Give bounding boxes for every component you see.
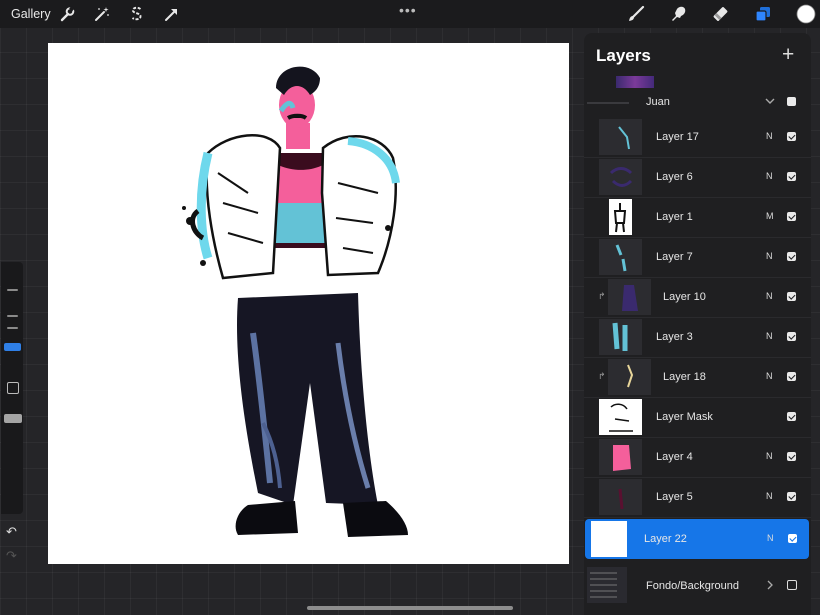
visibility-checkbox[interactable] xyxy=(788,534,797,543)
wrench-icon[interactable] xyxy=(58,5,76,23)
chevron-right-icon[interactable] xyxy=(765,580,775,590)
blend-mode[interactable]: N xyxy=(766,491,773,501)
visibility-checkbox[interactable] xyxy=(787,492,796,501)
blend-mode[interactable]: N xyxy=(766,451,773,461)
blend-mode[interactable]: N xyxy=(766,331,773,341)
magic-wand-icon[interactable] xyxy=(93,5,111,23)
layer-row[interactable]: ↱ Layer 10 N xyxy=(584,277,811,318)
color-swatch[interactable] xyxy=(796,4,816,24)
visibility-checkbox[interactable] xyxy=(787,172,796,181)
layer-thumbnail xyxy=(599,399,642,435)
layer-row[interactable]: Layer 7 N xyxy=(584,237,811,278)
smudge-icon[interactable] xyxy=(670,5,688,23)
layer-thumbnail xyxy=(608,359,651,395)
clipping-mask-icon: ↱ xyxy=(598,371,606,381)
selection-icon[interactable] xyxy=(128,5,146,23)
chevron-down-icon[interactable] xyxy=(764,95,776,107)
layer-thumbnail xyxy=(599,319,642,355)
visibility-checkbox[interactable] xyxy=(787,132,796,141)
undo-button[interactable]: ↶ xyxy=(6,524,17,540)
blend-mode[interactable]: N xyxy=(766,291,773,301)
group-name: Fondo/Background xyxy=(646,580,739,592)
visibility-checkbox[interactable] xyxy=(787,292,796,301)
blend-mode[interactable]: M xyxy=(766,211,774,221)
layer-thumbnail xyxy=(608,279,651,315)
layer-group-background[interactable]: Fondo/Background xyxy=(584,565,811,605)
layer-row[interactable]: Layer 3 N xyxy=(584,317,811,358)
blend-mode[interactable]: N xyxy=(766,251,773,261)
gallery-button[interactable]: Gallery xyxy=(11,7,51,21)
size-tick xyxy=(7,315,18,317)
layer-name: Layer 22 xyxy=(644,533,687,545)
visibility-checkbox[interactable] xyxy=(787,372,796,381)
layer-name: Layer 18 xyxy=(663,371,706,383)
layer-thumbnail xyxy=(587,567,627,603)
layer-row[interactable]: Layer 6 N xyxy=(584,157,811,198)
size-tick xyxy=(7,327,18,329)
artwork-illustration xyxy=(182,66,408,537)
group-line xyxy=(587,102,629,104)
layer-name: Layer 10 xyxy=(663,291,706,303)
layer-name: Layer 3 xyxy=(656,331,693,343)
layers-panel: Layers + Juan Layer 17 N Layer 6 N Layer… xyxy=(584,33,811,615)
layer-thumbnail xyxy=(599,159,642,195)
home-indicator xyxy=(307,606,513,610)
layer-group-juan[interactable]: Juan xyxy=(584,87,811,117)
layer-name: Layer 5 xyxy=(656,491,693,503)
layer-row[interactable]: Layer 1 M xyxy=(584,197,811,238)
layer-row-selected[interactable]: Layer 22 N xyxy=(585,519,809,559)
layers-icon[interactable] xyxy=(754,5,772,23)
layer-thumbnail xyxy=(599,479,642,515)
layer-name: Layer 4 xyxy=(656,451,693,463)
visibility-checkbox[interactable] xyxy=(787,212,796,221)
layer-name: Layer 6 xyxy=(656,171,693,183)
opacity-slider[interactable] xyxy=(4,414,22,423)
layer-row[interactable]: Layer 4 N xyxy=(584,437,811,478)
visibility-checkbox[interactable] xyxy=(787,97,796,106)
blend-mode[interactable]: N xyxy=(766,131,773,141)
brush-size-sidebar xyxy=(1,262,23,514)
visibility-checkbox[interactable] xyxy=(787,412,796,421)
visibility-checkbox[interactable] xyxy=(787,252,796,261)
layer-row[interactable]: Layer 17 N xyxy=(584,117,811,158)
blend-mode[interactable]: N xyxy=(766,171,773,181)
layer-thumbnail xyxy=(591,521,627,557)
layer-row[interactable]: ↱ Layer 18 N xyxy=(584,357,811,398)
layer-name: Layer 7 xyxy=(656,251,693,263)
visibility-checkbox[interactable] xyxy=(787,332,796,341)
layer-name: Layer 17 xyxy=(656,131,699,143)
modify-button[interactable] xyxy=(7,382,19,394)
size-tick xyxy=(7,289,18,291)
transform-arrow-icon[interactable] xyxy=(163,5,181,23)
layer-thumbnail xyxy=(599,119,642,155)
eraser-icon[interactable] xyxy=(712,5,730,23)
layer-thumbnail xyxy=(609,199,632,235)
top-toolbar: Gallery ••• xyxy=(0,0,820,28)
layer-name: Layer 1 xyxy=(656,211,693,223)
blend-mode[interactable]: N xyxy=(766,371,773,381)
drawing-canvas[interactable] xyxy=(48,43,569,564)
blend-mode[interactable]: N xyxy=(767,533,774,543)
more-options-button[interactable]: ••• xyxy=(399,2,417,18)
group-name: Juan xyxy=(646,96,670,108)
visibility-checkbox[interactable] xyxy=(787,452,796,461)
visibility-checkbox[interactable] xyxy=(787,580,797,590)
layer-row[interactable]: Layer Mask xyxy=(584,397,811,438)
brush-size-slider[interactable] xyxy=(4,343,21,351)
layer-thumbnail xyxy=(599,439,642,475)
brush-icon[interactable] xyxy=(627,5,645,23)
layer-thumbnail xyxy=(599,239,642,275)
clipping-mask-icon: ↱ xyxy=(598,291,606,301)
layers-panel-title: Layers xyxy=(596,46,651,65)
layer-row[interactable]: Layer 5 N xyxy=(584,477,811,518)
add-layer-button[interactable]: + xyxy=(782,43,794,67)
redo-button[interactable]: ↷ xyxy=(6,548,17,564)
layer-name: Layer Mask xyxy=(656,411,713,423)
